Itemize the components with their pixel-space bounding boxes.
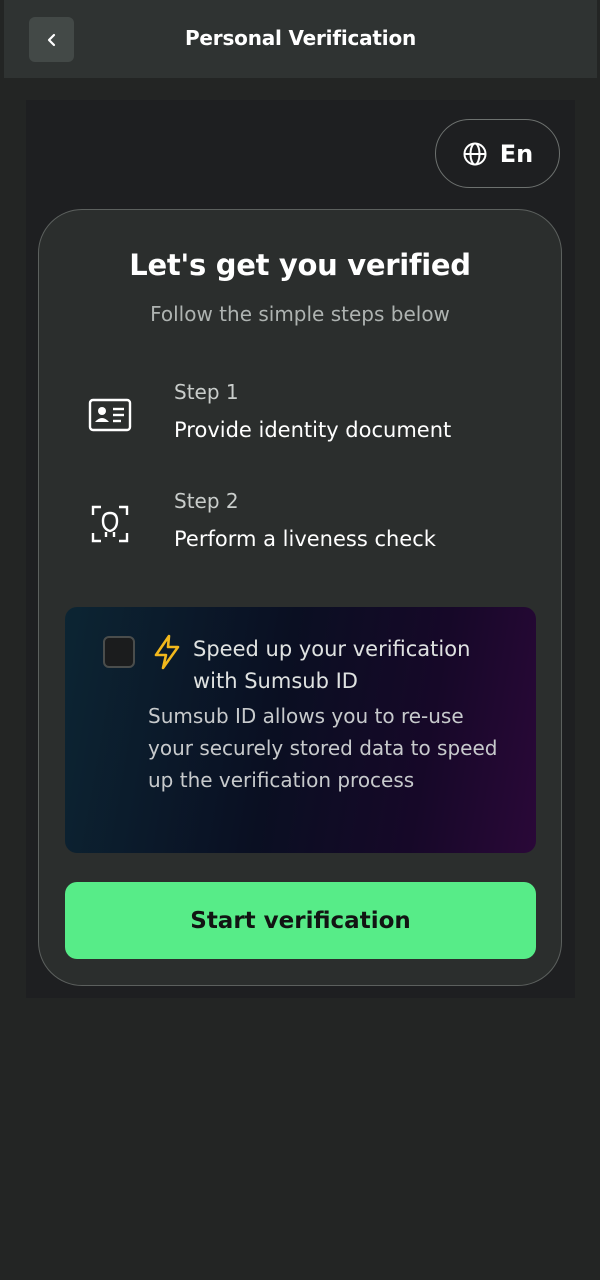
- sumsub-id-title: Speed up your verification with Sumsub I…: [193, 637, 471, 693]
- face-scan-icon: [91, 505, 129, 543]
- sumsub-id-description: Sumsub ID allows you to re-use your secu…: [148, 704, 498, 792]
- top-bar: Personal Verification: [4, 0, 597, 78]
- card-title: Let's get you verified: [129, 248, 471, 282]
- step-2-label: Step 2: [174, 489, 239, 513]
- globe-icon: [463, 142, 487, 165]
- step-1-description: Provide identity document: [174, 418, 452, 442]
- step-2-description: Perform a liveness check: [174, 527, 436, 551]
- card-subtitle: Follow the simple steps below: [150, 302, 450, 326]
- lightning-bolt-icon: [154, 634, 180, 670]
- language-label: En: [499, 139, 534, 168]
- page-title: Personal Verification: [184, 26, 417, 50]
- language-selector[interactable]: En: [435, 119, 560, 188]
- start-verification-button[interactable]: Start verification: [65, 882, 536, 959]
- sumsub-id-checkbox[interactable]: [103, 636, 135, 668]
- id-card-icon: [88, 398, 132, 432]
- step-1-label: Step 1: [174, 380, 239, 404]
